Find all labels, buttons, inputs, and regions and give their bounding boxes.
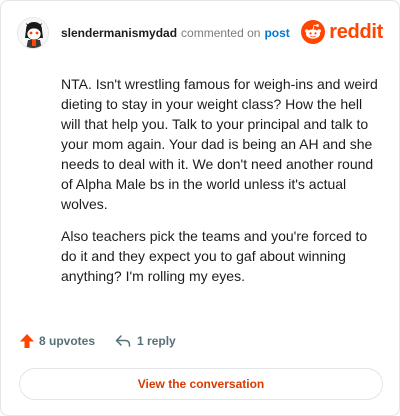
user-avatar[interactable] [17,17,49,49]
reply-button[interactable]: 1 reply [115,333,176,349]
reply-count: 1 reply [137,334,176,348]
view-conversation-button[interactable]: View the conversation [19,368,383,400]
post-link[interactable]: post [264,26,289,40]
reddit-brand[interactable]: reddit [301,20,383,44]
upvote-count: 8 upvotes [39,334,96,348]
reply-arrow-icon [115,335,131,347]
username-link[interactable]: slendermanismydad [61,26,177,40]
upvote-arrow-icon [20,334,34,348]
avatar-snoo-icon [18,18,48,48]
comment-actions: 8 upvotes 1 reply [19,333,176,349]
reddit-logo-icon [301,20,326,44]
byline: slendermanismydad commented on post [61,26,290,40]
reddit-wordmark: reddit [329,20,383,43]
comment-body: NTA. Isn't wrestling famous for weigh-in… [61,74,379,298]
comment-paragraph: Also teachers pick the teams and you're … [61,228,368,284]
upvote-button[interactable]: 8 upvotes [19,333,95,349]
comment-paragraph: NTA. Isn't wrestling famous for weigh-in… [61,76,378,212]
comment-embed-card: slendermanismydad commented on post redd… [0,0,400,416]
comment-header: slendermanismydad commented on post redd… [17,17,383,49]
commented-on-text: commented on [181,26,261,40]
